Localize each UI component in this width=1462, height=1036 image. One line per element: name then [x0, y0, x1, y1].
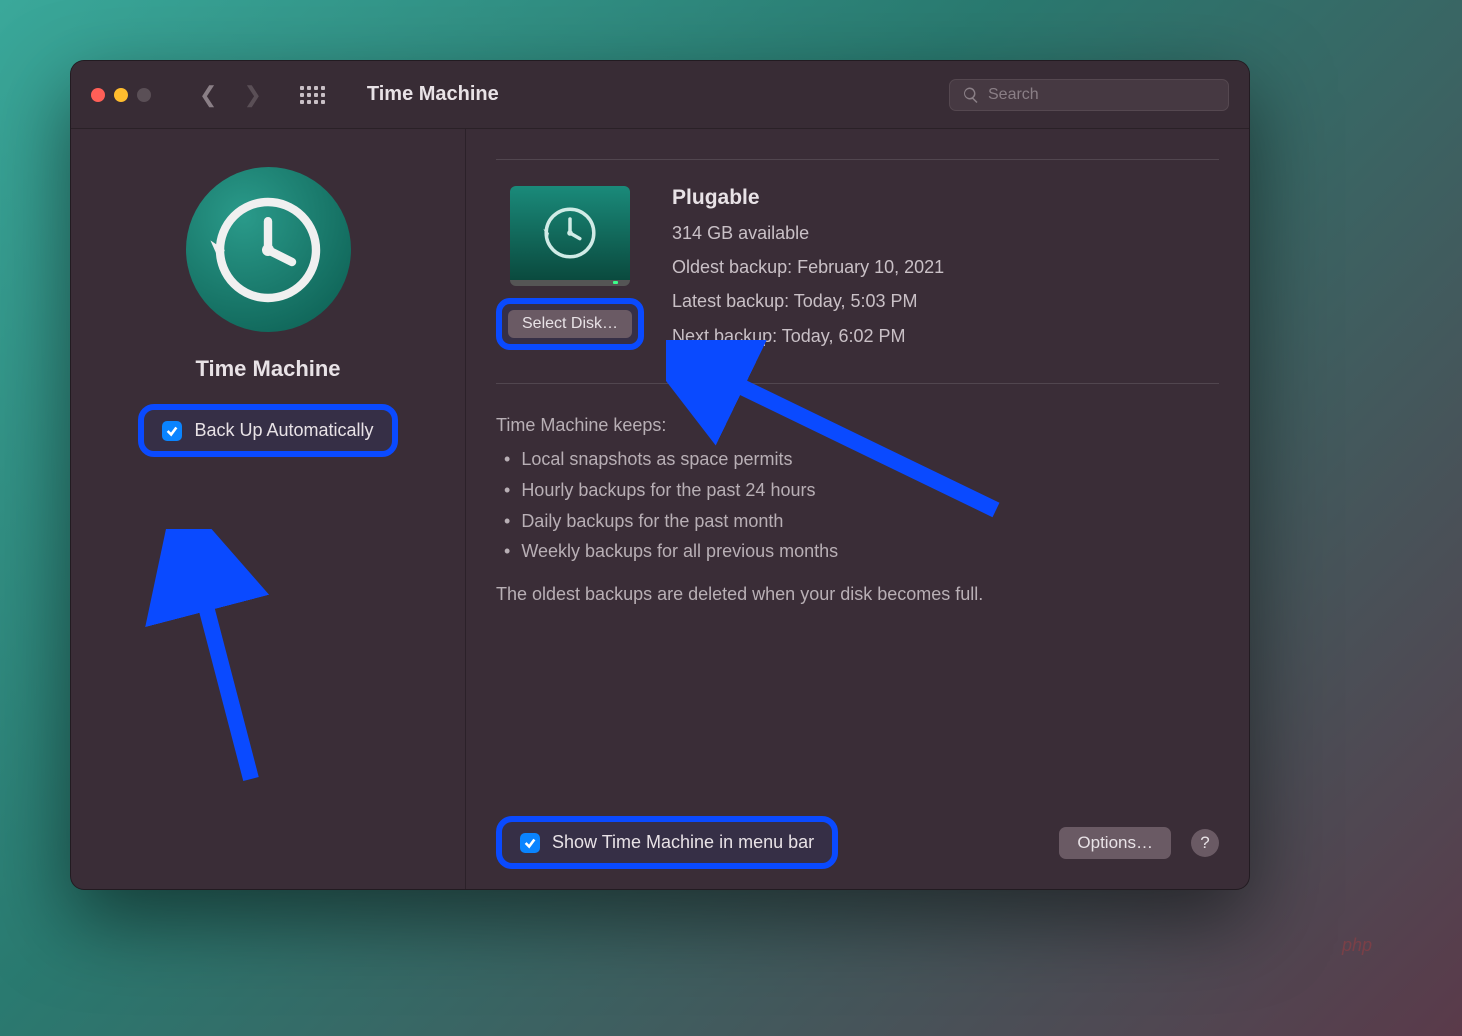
next-backup: Next backup: Today, 6:02 PM: [672, 319, 1219, 353]
preferences-window: ❮ ❯ Time Machine: [70, 60, 1250, 890]
keeps-item: Weekly backups for all previous months: [504, 536, 1219, 567]
left-panel: Time Machine Back Up Automatically: [71, 129, 466, 889]
latest-backup: Latest backup: Today, 5:03 PM: [672, 284, 1219, 318]
backup-automatically-checkbox[interactable]: [162, 421, 182, 441]
time-machine-icon: [186, 167, 351, 332]
keeps-item: Local snapshots as space permits: [504, 444, 1219, 475]
oldest-backup: Oldest backup: February 10, 2021: [672, 250, 1219, 284]
disk-name: Plugable: [672, 186, 1219, 210]
disk-column: Select Disk…: [496, 186, 644, 353]
zoom-button[interactable]: [137, 88, 151, 102]
nav-arrows: ❮ ❯: [199, 82, 262, 108]
right-panel: Select Disk… Plugable 314 GB available O…: [466, 129, 1249, 889]
keeps-list: Local snapshots as space permits Hourly …: [504, 444, 1219, 566]
annotation-arrow-1: [131, 529, 271, 789]
keeps-section: Time Machine keeps: Local snapshots as s…: [496, 384, 1219, 610]
select-disk-highlight: Select Disk…: [496, 298, 644, 350]
back-button[interactable]: ❮: [199, 82, 217, 108]
search-icon: [962, 86, 980, 104]
show-all-icon[interactable]: [300, 86, 325, 104]
disk-section: Select Disk… Plugable 314 GB available O…: [496, 159, 1219, 384]
search-input[interactable]: [988, 86, 1216, 104]
bottom-row: Show Time Machine in menu bar Options… ?: [496, 796, 1219, 869]
disk-available: 314 GB available: [672, 216, 1219, 250]
keeps-note: The oldest backups are deleted when your…: [496, 579, 1219, 610]
backup-automatically-row: Back Up Automatically: [138, 404, 397, 457]
backup-disk-icon: [510, 186, 630, 286]
window-title: Time Machine: [367, 83, 499, 106]
select-disk-button[interactable]: Select Disk…: [508, 310, 632, 338]
app-name-label: Time Machine: [195, 356, 340, 382]
help-button[interactable]: ?: [1191, 829, 1219, 857]
minimize-button[interactable]: [114, 88, 128, 102]
close-button[interactable]: [91, 88, 105, 102]
show-menubar-label: Show Time Machine in menu bar: [552, 832, 814, 853]
window-toolbar: ❮ ❯ Time Machine: [71, 61, 1249, 129]
forward-button[interactable]: ❯: [243, 82, 261, 108]
traffic-lights: [91, 88, 151, 102]
backup-automatically-label: Back Up Automatically: [194, 420, 373, 441]
keeps-item: Hourly backups for the past 24 hours: [504, 475, 1219, 506]
content-area: Time Machine Back Up Automatically: [71, 129, 1249, 889]
show-menubar-checkbox[interactable]: [520, 833, 540, 853]
keeps-item: Daily backups for the past month: [504, 506, 1219, 537]
keeps-title: Time Machine keeps:: [496, 410, 1219, 441]
search-field[interactable]: [949, 79, 1229, 111]
options-button[interactable]: Options…: [1059, 827, 1171, 859]
disk-info: Plugable 314 GB available Oldest backup:…: [672, 186, 1219, 353]
show-menubar-row: Show Time Machine in menu bar: [496, 816, 838, 869]
watermark: php: [1342, 935, 1372, 956]
